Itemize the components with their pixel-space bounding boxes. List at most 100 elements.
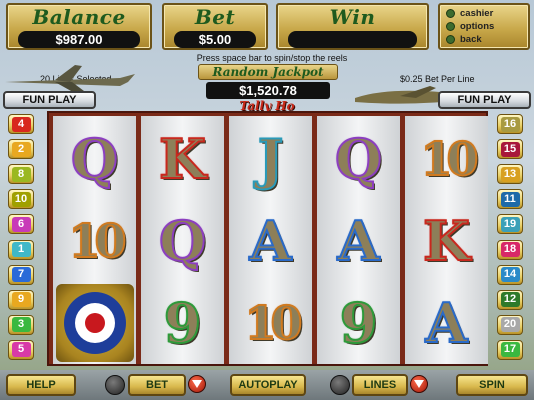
right-line-button-20[interactable]: 20 bbox=[497, 314, 523, 335]
reel-symbol: J bbox=[229, 118, 312, 200]
cashier-label: cashier bbox=[460, 8, 494, 19]
win-panel: Win bbox=[276, 3, 429, 50]
right-line-button-16[interactable]: 16 bbox=[497, 114, 523, 134]
reel-3: J A 10 bbox=[229, 116, 312, 364]
reel-symbol: K bbox=[405, 200, 488, 282]
bet-per-line-text: $0.25 Bet Per Line bbox=[400, 74, 475, 84]
reel-symbol: Q bbox=[317, 118, 400, 200]
options-label: options bbox=[460, 21, 495, 32]
line-number: 4 bbox=[11, 116, 31, 132]
reel-frame: Q 10 K Q 9 J A 10 Q A 9 10 K A bbox=[47, 111, 488, 366]
right-line-button-14[interactable]: 14 bbox=[497, 264, 523, 285]
bet-value: $5.00 bbox=[174, 31, 256, 48]
autoplay-button[interactable]: AUTOPLAY bbox=[230, 374, 306, 396]
balance-title: Balance bbox=[32, 5, 126, 29]
left-line-button-3[interactable]: 3 bbox=[8, 314, 34, 335]
fun-play-left-badge: FUN PLAY bbox=[3, 91, 96, 109]
cashier-icon bbox=[446, 9, 455, 18]
symbol-glyph: J bbox=[257, 127, 285, 191]
line-number: 18 bbox=[500, 242, 520, 257]
menu-panel: cashier options back bbox=[438, 3, 530, 50]
reel-symbol bbox=[53, 282, 136, 364]
spin-button[interactable]: SPIN bbox=[456, 374, 528, 396]
line-number: 6 bbox=[11, 216, 31, 232]
right-line-button-15[interactable]: 15 bbox=[497, 139, 523, 160]
win-value bbox=[288, 31, 417, 48]
line-number: 3 bbox=[11, 317, 31, 333]
reel-symbol: K bbox=[141, 118, 224, 200]
line-number: 8 bbox=[11, 166, 31, 182]
left-line-button-7[interactable]: 7 bbox=[8, 264, 34, 285]
reel-symbol: A bbox=[317, 200, 400, 282]
left-line-button-4[interactable]: 4 bbox=[8, 114, 34, 134]
symbol-glyph: Q bbox=[158, 209, 207, 273]
right-line-button-17[interactable]: 17 bbox=[497, 339, 523, 360]
bet-title: Bet bbox=[194, 5, 236, 29]
balance-value: $987.00 bbox=[18, 31, 140, 48]
symbol-glyph: K bbox=[158, 127, 207, 191]
reel-1: Q 10 bbox=[53, 116, 136, 364]
symbol-glyph: 10 bbox=[67, 214, 127, 268]
help-button[interactable]: HELP bbox=[6, 374, 76, 396]
line-number: 15 bbox=[500, 141, 520, 157]
reel-symbol: A bbox=[229, 200, 312, 282]
left-line-button-6[interactable]: 6 bbox=[8, 214, 34, 235]
line-number: 12 bbox=[500, 292, 520, 308]
line-number: 1 bbox=[11, 242, 31, 257]
options-icon bbox=[446, 22, 455, 31]
back-label: back bbox=[460, 34, 482, 45]
back-link[interactable]: back bbox=[446, 33, 522, 46]
symbol-glyph: K bbox=[422, 209, 471, 273]
left-line-button-5[interactable]: 5 bbox=[8, 339, 34, 360]
balance-panel: Balance $987.00 bbox=[6, 3, 152, 50]
reel-symbol: Q bbox=[53, 118, 136, 200]
bet-panel: Bet $5.00 bbox=[162, 3, 268, 50]
reel-symbol: 9 bbox=[317, 282, 400, 364]
reel-2: KQ 9 bbox=[141, 116, 224, 364]
spin-hint: Press space bar to spin/stop the reels bbox=[196, 53, 348, 63]
symbol-glyph: A bbox=[337, 209, 381, 273]
symbol-glyph: Q bbox=[334, 127, 383, 191]
line-number: 9 bbox=[11, 292, 31, 308]
line-number: 16 bbox=[500, 116, 520, 132]
left-line-button-10[interactable]: 10 bbox=[8, 189, 34, 210]
bet-button[interactable]: BET bbox=[128, 374, 186, 396]
bet-decrease-arrow-icon[interactable] bbox=[188, 375, 206, 393]
cashier-link[interactable]: cashier bbox=[446, 7, 522, 20]
options-link[interactable]: options bbox=[446, 20, 522, 33]
symbol-glyph: A bbox=[425, 291, 469, 355]
left-line-button-1[interactable]: 1 bbox=[8, 239, 34, 260]
reel-symbol: 10 bbox=[405, 118, 488, 200]
fun-play-right-badge: FUN PLAY bbox=[438, 91, 531, 109]
reel-symbol: 9 bbox=[141, 282, 224, 364]
right-line-button-11[interactable]: 11 bbox=[497, 189, 523, 210]
symbol-glyph: 10 bbox=[243, 296, 303, 350]
right-line-button-19[interactable]: 19 bbox=[497, 214, 523, 235]
symbol-glyph: 10 bbox=[419, 132, 479, 186]
lines-dial-icon[interactable] bbox=[330, 375, 350, 395]
left-line-button-2[interactable]: 2 bbox=[8, 139, 34, 160]
jackpot-value: $1,520.78 bbox=[206, 82, 330, 99]
symbol-glyph: 9 bbox=[339, 291, 379, 355]
bet-dial-icon[interactable] bbox=[105, 375, 125, 395]
reel-symbol: 10 bbox=[229, 282, 312, 364]
lines-button[interactable]: LINES bbox=[352, 374, 408, 396]
left-line-button-9[interactable]: 9 bbox=[8, 289, 34, 310]
line-number: 5 bbox=[11, 342, 31, 358]
jackpot-panel: Random Jackpot $1,520.78 bbox=[198, 64, 338, 104]
line-number: 7 bbox=[11, 267, 31, 283]
back-icon bbox=[446, 35, 455, 44]
line-number: 20 bbox=[500, 317, 520, 333]
symbol-glyph: 9 bbox=[163, 291, 203, 355]
line-number: 13 bbox=[500, 166, 520, 182]
reel-symbol: Q bbox=[141, 200, 224, 282]
reel-symbol: A bbox=[405, 282, 488, 364]
lines-decrease-arrow-icon[interactable] bbox=[410, 375, 428, 393]
left-line-button-8[interactable]: 8 bbox=[8, 164, 34, 185]
right-line-button-13[interactable]: 13 bbox=[497, 164, 523, 185]
right-line-button-18[interactable]: 18 bbox=[497, 239, 523, 260]
line-number: 10 bbox=[11, 191, 31, 207]
right-line-button-12[interactable]: 12 bbox=[497, 289, 523, 310]
reel-symbol: 10 bbox=[53, 200, 136, 282]
line-number: 14 bbox=[500, 267, 520, 283]
